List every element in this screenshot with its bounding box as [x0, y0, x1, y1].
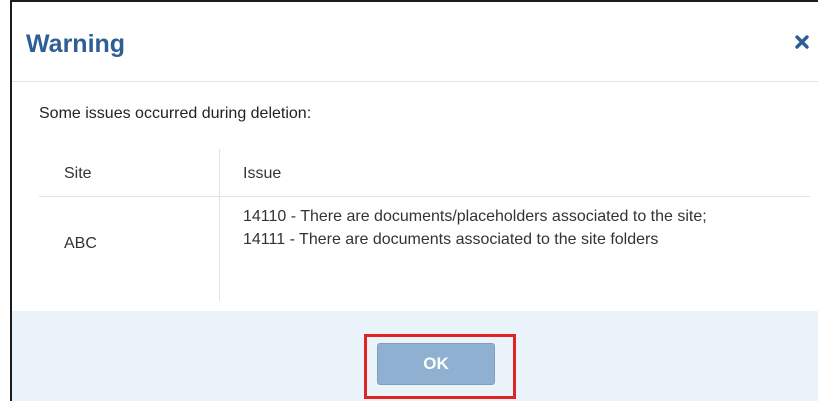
table-header-row: Site Issue — [39, 149, 810, 197]
issue-line: 14110 - There are documents/placeholders… — [243, 208, 707, 225]
dialog-header: Warning — [12, 2, 818, 82]
close-icon-glyph — [795, 35, 809, 49]
column-header-site: Site — [64, 165, 92, 182]
warning-dialog: Warning Some issues occurred during dele… — [10, 0, 818, 401]
column-header-issue: Issue — [243, 165, 282, 182]
dialog-footer: OK — [12, 311, 818, 401]
dialog-title: Warning — [26, 30, 126, 58]
site-cell: ABC — [64, 235, 97, 252]
close-icon[interactable] — [794, 34, 810, 50]
issues-table: Site Issue ABC 14110 - There are documen… — [39, 149, 810, 301]
issue-line: 14111 - There are documents associated t… — [243, 231, 659, 248]
table-row: ABC 14110 - There are documents/placehol… — [39, 197, 810, 301]
dialog-body: Some issues occurred during deletion: Si… — [12, 83, 818, 311]
dialog-message: Some issues occurred during deletion: — [39, 105, 312, 122]
ok-button[interactable]: OK — [377, 343, 495, 385]
issue-cell: 14110 - There are documents/placeholders… — [243, 205, 803, 251]
